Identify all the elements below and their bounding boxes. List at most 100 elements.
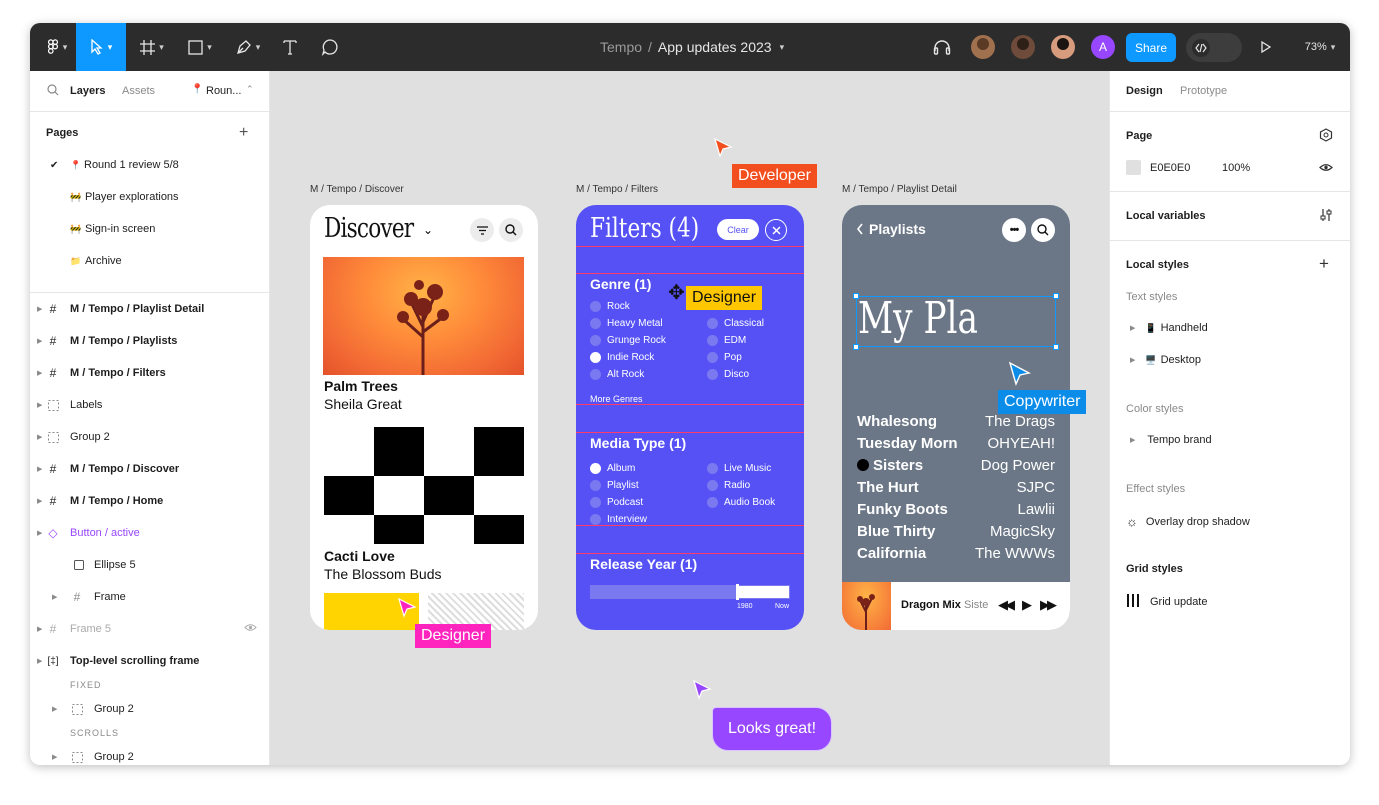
- avatar[interactable]: [1011, 35, 1035, 59]
- caret-right-icon[interactable]: ▶: [37, 305, 42, 313]
- genre-option[interactable]: Disco: [707, 369, 749, 380]
- caret-right-icon[interactable]: ▶: [37, 497, 42, 505]
- add-page-icon[interactable]: +: [239, 124, 248, 142]
- media-option[interactable]: Playlist: [590, 480, 639, 491]
- styles-icon[interactable]: [1319, 128, 1333, 145]
- discover-title[interactable]: Discover: [324, 213, 414, 244]
- playlist-title-selection[interactable]: My Pla: [853, 293, 1059, 350]
- file-name[interactable]: App updates 2023: [658, 39, 772, 55]
- layer-row[interactable]: Ellipse 5: [30, 549, 270, 581]
- frame-label[interactable]: M / Tempo / Playlist Detail: [842, 184, 957, 195]
- media-option[interactable]: Live Music: [707, 463, 771, 474]
- track-row[interactable]: Whalesong The Drags: [857, 413, 1055, 430]
- now-playing-bar[interactable]: Dragon Mix Siste ◀◀ ▶ ▶▶: [842, 582, 1070, 630]
- eye-icon[interactable]: [244, 623, 257, 635]
- effect-style-item[interactable]: ☼ Overlay drop shadow: [1126, 514, 1250, 529]
- caret-right-icon[interactable]: ▶: [1130, 356, 1135, 364]
- eye-icon[interactable]: [1319, 163, 1333, 175]
- search-button[interactable]: [499, 218, 523, 242]
- slider-handle[interactable]: [736, 584, 739, 600]
- layer-row[interactable]: ▶ Group 2: [30, 693, 270, 725]
- caret-right-icon[interactable]: ▶: [1130, 324, 1135, 332]
- genre-option[interactable]: Classical: [707, 318, 764, 329]
- layer-row[interactable]: ▶ ◇ Button / active: [30, 517, 270, 549]
- frame-label[interactable]: M / Tempo / Discover: [310, 184, 404, 195]
- frame-label[interactable]: M / Tempo / Filters: [576, 184, 658, 195]
- avatar[interactable]: A: [1091, 35, 1115, 59]
- avatar[interactable]: [971, 35, 995, 59]
- variables-icon[interactable]: [1320, 208, 1332, 225]
- avatar[interactable]: [1051, 35, 1075, 59]
- media-option[interactable]: Interview: [590, 514, 647, 525]
- tab-prototype[interactable]: Prototype: [1180, 85, 1227, 97]
- playlist-title[interactable]: My Pla: [858, 293, 978, 344]
- page-picker[interactable]: Roun...: [206, 85, 241, 97]
- selection-handle[interactable]: [1053, 293, 1059, 299]
- main-menu-button[interactable]: ▾: [38, 23, 76, 71]
- shape-tool-button[interactable]: ▾: [182, 23, 218, 71]
- page-item-player-explorations[interactable]: 🚧 Player explorations: [30, 181, 270, 213]
- track-row[interactable]: Funky Boots Lawlii: [857, 501, 1055, 518]
- track-row[interactable]: Blue Thirty MagicSky: [857, 523, 1055, 540]
- layer-row[interactable]: ▶ # M / Tempo / Home: [30, 485, 270, 517]
- page-color-value[interactable]: E0E0E0: [1150, 162, 1190, 174]
- move-tool-button[interactable]: ▾: [76, 23, 126, 71]
- album-art-palm-trees[interactable]: [323, 257, 524, 375]
- local-variables-title[interactable]: Local variables: [1126, 210, 1206, 222]
- grid-style-item[interactable]: Grid update: [1126, 594, 1207, 610]
- genre-option[interactable]: Alt Rock: [590, 369, 644, 380]
- rewind-icon[interactable]: ◀◀: [998, 597, 1015, 613]
- media-option[interactable]: Podcast: [590, 497, 643, 508]
- search-icon[interactable]: [47, 84, 59, 99]
- caret-right-icon[interactable]: ▶: [37, 465, 42, 473]
- play-icon[interactable]: ▶: [1022, 597, 1032, 613]
- caret-right-icon[interactable]: ▶: [37, 529, 42, 537]
- dev-mode-toggle[interactable]: [1186, 33, 1242, 62]
- filter-button[interactable]: [470, 218, 494, 242]
- filters-title[interactable]: Filters (4): [590, 213, 699, 244]
- media-option[interactable]: Album: [590, 463, 635, 474]
- layer-row[interactable]: ▶ # M / Tempo / Discover: [30, 453, 270, 485]
- caret-right-icon[interactable]: ▶: [37, 433, 42, 441]
- layer-row[interactable]: ▶ Labels: [30, 389, 270, 421]
- page-item-archive[interactable]: 📁 Archive: [30, 245, 270, 277]
- layer-row[interactable]: ▶ Group 2: [30, 421, 270, 453]
- album-art-checker[interactable]: [324, 427, 524, 544]
- genre-option[interactable]: Indie Rock: [590, 352, 654, 363]
- chevron-down-icon[interactable]: ▾: [780, 42, 785, 53]
- audio-button[interactable]: [930, 23, 954, 71]
- caret-right-icon[interactable]: ▶: [52, 753, 57, 761]
- caret-right-icon[interactable]: ▶: [37, 625, 42, 633]
- media-option[interactable]: Audio Book: [707, 497, 775, 508]
- caret-right-icon[interactable]: ▶: [37, 369, 42, 377]
- text-style-item[interactable]: ▶ 🖥️ Desktop: [1126, 354, 1201, 366]
- track-row[interactable]: The Hurt SJPC: [857, 479, 1055, 496]
- selection-handle[interactable]: [853, 344, 859, 350]
- present-button[interactable]: [1256, 23, 1276, 71]
- chevron-down-icon[interactable]: ⌄: [423, 223, 433, 237]
- page-item-round-1[interactable]: ✔ 📍 Round 1 review 5/8: [30, 149, 270, 181]
- close-button[interactable]: [765, 219, 787, 241]
- add-style-icon[interactable]: +: [1319, 254, 1329, 274]
- caret-right-icon[interactable]: ▶: [52, 705, 57, 713]
- discover-frame[interactable]: Discover ⌄ Palm Trees Sheila Great Cacti…: [310, 205, 538, 630]
- tab-layers[interactable]: Layers: [70, 85, 105, 97]
- track-row[interactable]: Sisters Dog Power: [857, 457, 1055, 474]
- text-style-item[interactable]: ▶ 📱 Handheld: [1126, 322, 1208, 334]
- canvas[interactable]: M / Tempo / Discover M / Tempo / Filters…: [271, 71, 1109, 765]
- genre-option[interactable]: Grunge Rock: [590, 335, 666, 346]
- layer-row[interactable]: ▶ Group 2: [30, 741, 270, 765]
- genre-option[interactable]: EDM: [707, 335, 746, 346]
- playlist-detail-frame[interactable]: Playlists ••• My Pla Whalesong The Drags …: [842, 205, 1070, 630]
- tab-assets[interactable]: Assets: [122, 85, 155, 97]
- genre-option[interactable]: Pop: [707, 352, 742, 363]
- selection-handle[interactable]: [1053, 344, 1059, 350]
- chevron-up-icon[interactable]: ⌃: [246, 84, 254, 95]
- color-style-item[interactable]: ▶ Tempo brand: [1126, 434, 1212, 446]
- clear-button[interactable]: Clear: [717, 219, 759, 240]
- track-row[interactable]: California The WWWs: [857, 545, 1055, 562]
- search-button[interactable]: [1031, 218, 1055, 242]
- comment-bubble[interactable]: Looks great!: [712, 707, 832, 751]
- caret-right-icon[interactable]: ▶: [52, 593, 57, 601]
- genre-option[interactable]: Rock: [590, 301, 630, 312]
